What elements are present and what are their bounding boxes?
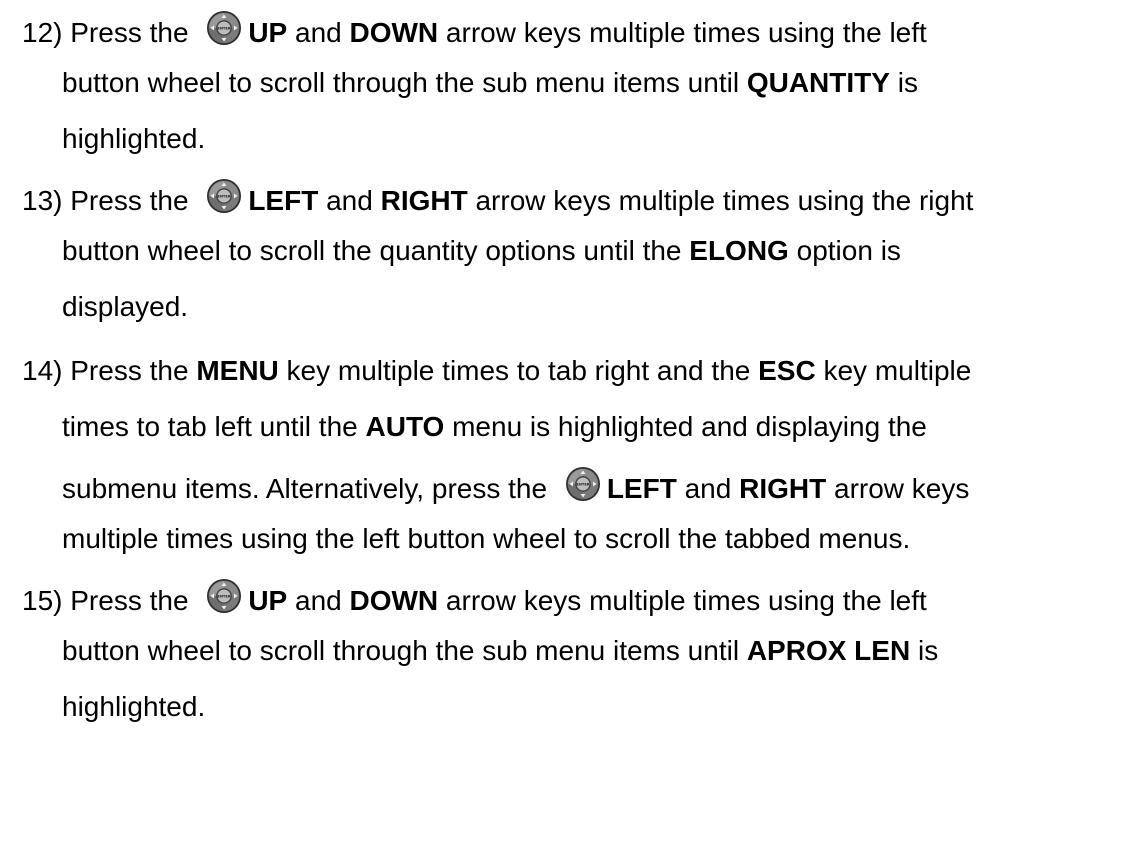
step-15-line-3: highlighted. xyxy=(62,690,205,724)
step-text: arrow keys xyxy=(826,473,970,504)
key-up: UP xyxy=(248,17,288,48)
key-right: RIGHT xyxy=(739,473,827,504)
step-text: is xyxy=(910,635,939,666)
svg-text:ENTER: ENTER xyxy=(218,595,231,599)
step-text: button wheel to scroll through the sub m… xyxy=(62,635,747,666)
step-text: and xyxy=(318,185,381,216)
step-text: times to tab left until the xyxy=(62,411,366,442)
step-text: Press the xyxy=(62,17,197,48)
step-13-line-3: displayed. xyxy=(62,290,188,324)
step-14-line-2: times to tab left until the AUTO menu is… xyxy=(62,410,927,444)
button-wheel-icon: ENTER xyxy=(565,466,601,502)
step-text: button wheel to scroll the quantity opti… xyxy=(62,235,690,266)
button-wheel-icon: ENTER xyxy=(206,578,242,614)
key-left: LEFT xyxy=(606,473,677,504)
step-text: and xyxy=(676,473,740,504)
svg-text:ENTER: ENTER xyxy=(218,195,231,199)
key-down: DOWN xyxy=(349,585,439,616)
step-text: submenu items. Alternatively, press the xyxy=(62,473,555,504)
step-text: and xyxy=(287,585,350,616)
step-text: button wheel to scroll through the sub m… xyxy=(62,67,747,98)
step-text: option is xyxy=(788,235,901,266)
step-12-line-2: button wheel to scroll through the sub m… xyxy=(62,66,918,100)
step-15-line-1: 15) Press the ENTER UP and DOWN arrow key… xyxy=(22,578,927,616)
step-text: Press the xyxy=(62,185,197,216)
svg-text:ENTER: ENTER xyxy=(218,27,231,31)
instruction-page: 12) Press the ENTER UP and DOWN arrow key… xyxy=(0,0,1130,850)
step-text: Press the xyxy=(62,585,197,616)
step-text: key multiple times to tab right and the xyxy=(278,355,759,386)
step-12-line-1: 12) Press the ENTER UP and DOWN arrow key… xyxy=(22,10,927,48)
key-quantity: QUANTITY xyxy=(746,67,890,98)
key-up: UP xyxy=(248,585,288,616)
step-12-line-3: highlighted. xyxy=(62,122,205,156)
step-14-line-3: submenu items. Alternatively, press the … xyxy=(62,466,969,504)
svg-text:ENTER: ENTER xyxy=(576,483,589,487)
step-text: arrow keys multiple times using the left xyxy=(438,17,927,48)
key-menu: MENU xyxy=(196,355,279,386)
step-13-line-1: 13) Press the ENTER LEFT and RIGHT arrow … xyxy=(22,178,973,216)
step-text: arrow keys multiple times using the left xyxy=(438,585,927,616)
step-text: and xyxy=(287,17,350,48)
step-14-line-4: multiple times using the left button whe… xyxy=(62,522,910,556)
key-down: DOWN xyxy=(349,17,439,48)
step-text: key multiple xyxy=(815,355,972,386)
step-15-number: 15) xyxy=(22,585,63,616)
key-aprox-len: APROX LEN xyxy=(746,635,911,666)
step-text: highlighted. xyxy=(62,123,206,154)
key-esc: ESC xyxy=(758,355,816,386)
button-wheel-icon: ENTER xyxy=(206,178,242,214)
step-text: displayed. xyxy=(62,291,189,322)
step-text: arrow keys multiple times using the righ… xyxy=(467,185,974,216)
key-auto: AUTO xyxy=(365,411,445,442)
step-text: Press the xyxy=(62,355,197,386)
key-right: RIGHT xyxy=(380,185,468,216)
step-text: highlighted. xyxy=(62,691,206,722)
step-14-line-1: 14) Press the MENU key multiple times to… xyxy=(22,354,971,388)
key-elong: ELONG xyxy=(689,235,789,266)
key-left: LEFT xyxy=(248,185,319,216)
step-15-line-2: button wheel to scroll through the sub m… xyxy=(62,634,938,668)
step-13-line-2: button wheel to scroll the quantity opti… xyxy=(62,234,901,268)
button-wheel-icon: ENTER xyxy=(206,10,242,46)
step-text: is xyxy=(889,67,918,98)
step-text: menu is highlighted and displaying the xyxy=(444,411,927,442)
step-13-number: 13) xyxy=(22,185,63,216)
step-text: multiple times using the left button whe… xyxy=(62,523,911,554)
step-14-number: 14) xyxy=(22,355,63,386)
step-12-number: 12) xyxy=(22,17,63,48)
